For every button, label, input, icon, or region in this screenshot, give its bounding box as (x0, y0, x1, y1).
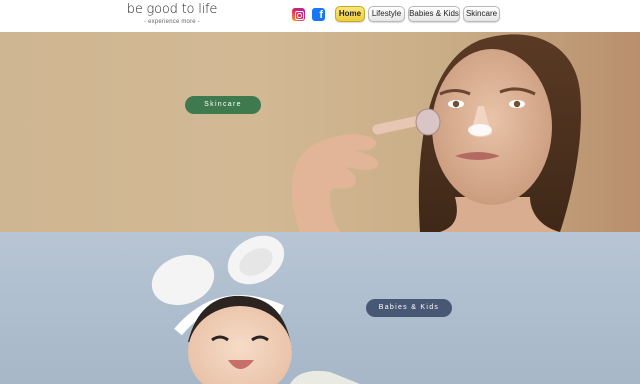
site-header: be good to life - experience more - f Ho… (0, 0, 640, 32)
skincare-section: Skincare (0, 32, 640, 232)
skincare-button[interactable]: Skincare (185, 96, 261, 114)
babies-kids-section: Babies & Kids (0, 232, 640, 384)
babies-kids-button[interactable]: Babies & Kids (366, 299, 452, 317)
facebook-glyph: f (319, 9, 323, 21)
nav-lifestyle-button[interactable]: Lifestyle (368, 6, 405, 22)
facebook-icon[interactable]: f (312, 8, 325, 21)
logo-subtitle: - experience more - (144, 19, 200, 25)
nav-home-button[interactable]: Home (335, 6, 365, 22)
skincare-hero-photo (291, 34, 581, 232)
logo-title: be good to life (126, 2, 218, 17)
nav-skincare-button[interactable]: Skincare (463, 6, 500, 22)
instagram-icon[interactable] (292, 8, 305, 21)
babies-kids-hero-photo (151, 235, 360, 384)
nav-babies-kids-button[interactable]: Babies & Kids (408, 6, 460, 22)
site-logo[interactable]: be good to life - experience more - (124, 2, 220, 26)
